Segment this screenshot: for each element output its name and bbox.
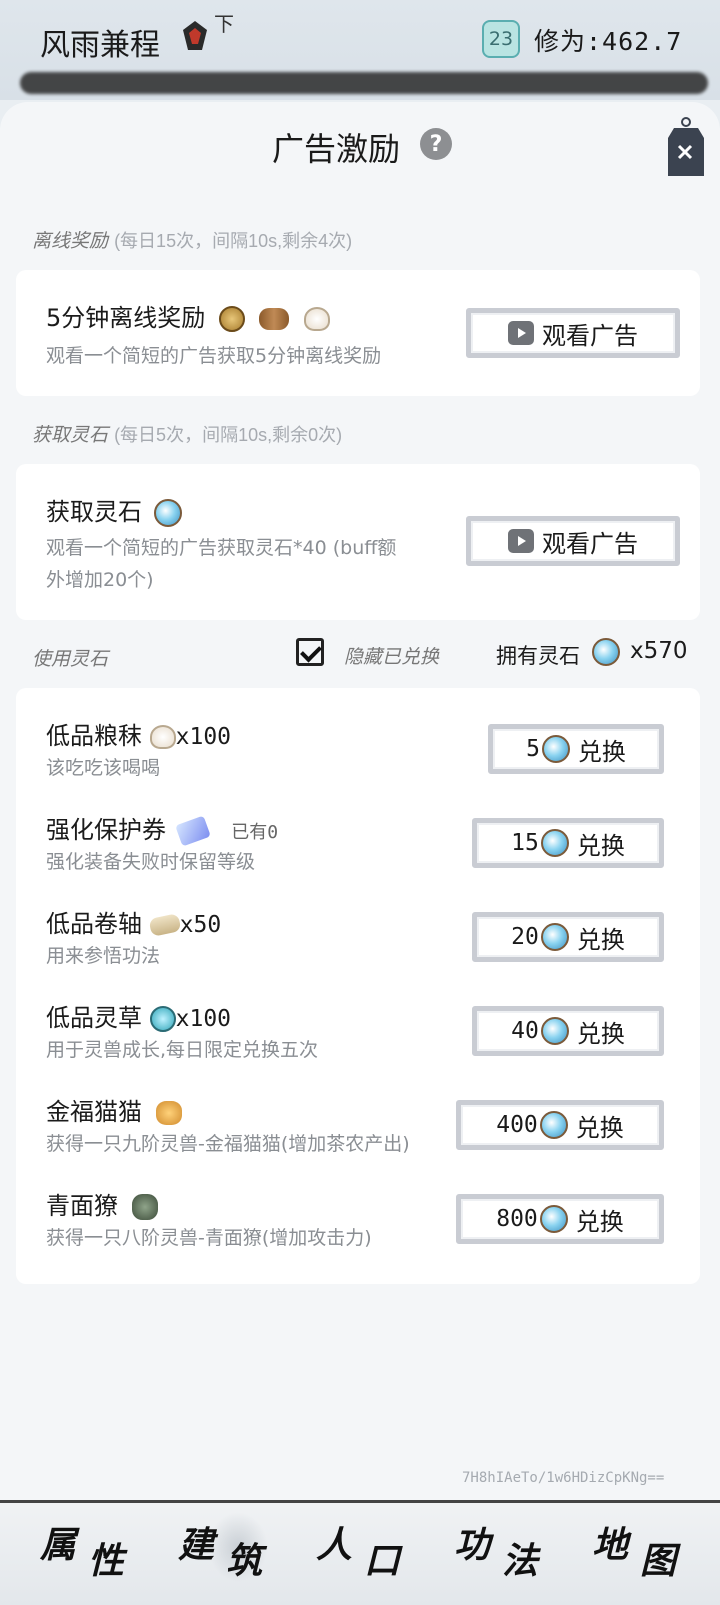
panel-title: 广告激励 [272,130,401,168]
item-title: 低品卷轴 x50 [46,910,222,938]
spirit-stone-card: 获取灵石 观看一个简短的广告获取灵石*40 (buff额 外增加20个) 观看广… [16,464,700,620]
item-desc: 用来参悟功法 [46,945,161,967]
section-title: 获取灵石 [32,424,109,446]
level-badge: 23 [482,20,520,58]
exchange-button[interactable]: 15 兑换 [472,818,664,868]
offline-reward-title: 5分钟离线奖励 [46,298,331,333]
item-desc: 该吃吃该喝喝 [46,757,161,779]
exchange-row: 强化保护券 已有0 强化装备失败时保留等级 15 兑换 [16,782,700,874]
top-bar: 风雨兼程 下 23 修为:462.7 [0,0,720,100]
spirit-stone-icon [539,1205,568,1233]
owned-stone-count: x570 [630,638,688,664]
exchange-list: 低品粮秣 x100 该吃吃该喝喝 5 兑换 强化保护券 已有0 强化装备失败时保… [16,688,700,1284]
owned-stone-label: 拥有灵石 [496,644,580,668]
exchange-button[interactable]: 5 兑换 [488,724,664,774]
item-desc: 强化装备失败时保留等级 [46,851,256,873]
coin-icon [218,306,245,332]
session-hash: 7H8hIAeTo/1w6HDizCpKNg== [462,1470,665,1486]
close-icon[interactable] [664,114,708,186]
item-title: 低品灵草 x100 [46,1004,232,1032]
watch-ad-button-offline[interactable]: 观看广告 [466,308,680,358]
bun-icon [304,307,331,331]
section-limit: (每日15次，间隔10s,剩余4次) [114,231,353,251]
item-desc: 获得一只九阶灵兽-金福猫猫(增加茶农产出) [46,1133,410,1155]
exchange-button[interactable]: 40 兑换 [472,1006,664,1056]
spirit-stone-icon [592,638,620,666]
exchange-button[interactable]: 20 兑换 [472,912,664,962]
spirit-stone-title: 获取灵石 [46,492,182,527]
exchange-row: 金福猫猫 获得一只九阶灵兽-金福猫猫(增加茶农产出) 400 兑换 [16,1064,700,1156]
herb-icon [149,1006,176,1032]
spirit-stone-icon [540,1017,569,1045]
ink-divider [20,72,708,94]
exchange-button[interactable]: 400 兑换 [456,1100,664,1150]
hide-exchanged-checkbox[interactable] [296,638,324,666]
scroll-icon [148,913,182,937]
item-title: 金福猫猫 [46,1092,182,1127]
item-title: 低品粮秣 x100 [46,722,232,750]
nav-attributes[interactable]: 属性 [40,1516,170,1586]
nav-population[interactable]: 人口 [316,1516,446,1586]
item-desc: 获得一只八阶灵兽-青面獠(增加攻击力) [46,1227,372,1249]
spirit-stone-icon [539,1111,568,1139]
section-label-use: 使用灵石 [32,648,109,670]
tv-icon [508,529,534,553]
ticket-icon [174,815,211,847]
spirit-stone-icon [540,829,569,857]
watch-ad-button-stone[interactable]: 观看广告 [466,516,680,566]
spirit-stone-icon [153,499,182,527]
nav-buildings[interactable]: 建筑 [178,1516,308,1586]
exchange-row: 低品卷轴 x50 用来参悟功法 20 兑换 [16,876,700,968]
item-title: 强化保护券 已有0 [46,810,278,847]
help-icon[interactable]: ? [420,128,452,160]
rank-gem-icon [183,21,207,50]
tv-icon [508,321,534,345]
spirit-stone-icon [541,735,570,763]
section-label-offline: 离线奖励 (每日15次，间隔10s,剩余4次) [32,226,352,253]
nav-map[interactable]: 地图 [592,1516,720,1586]
offline-reward-card: 5分钟离线奖励 观看一个简短的广告获取5分钟离线奖励 观看广告 [16,270,700,396]
beast-icon [131,1194,158,1220]
spirit-stone-desc: 观看一个简短的广告获取灵石*40 (buff额 外增加20个) [46,537,397,591]
wood-icon [258,308,289,330]
exchange-row: 低品粮秣 x100 该吃吃该喝喝 5 兑换 [16,688,700,780]
exchange-row: 青面獠 获得一只八阶灵兽-青面獠(增加攻击力) 800 兑换 [16,1158,700,1250]
bun-icon [149,725,176,749]
player-name[interactable]: 风雨兼程 [40,20,160,64]
exchange-button[interactable]: 800 兑换 [456,1194,664,1244]
cultivation-value: 修为:462.7 [534,27,683,56]
hide-exchanged-label[interactable]: 隐藏已兑换 [344,642,439,669]
section-label-stone: 获取灵石 (每日5次，间隔10s,剩余0次) [32,420,342,447]
section-title: 离线奖励 [32,230,109,252]
item-title: 青面獠 [46,1186,158,1221]
spirit-stone-icon [540,923,569,951]
rank-label: 下 [214,12,234,36]
section-limit: (每日5次，间隔10s,剩余0次) [114,425,343,445]
cat-icon [155,1101,182,1125]
item-desc: 用于灵兽成长,每日限定兑换五次 [46,1039,319,1061]
exchange-row: 低品灵草 x100 用于灵兽成长,每日限定兑换五次 40 兑换 [16,970,700,1062]
nav-techniques[interactable]: 功法 [454,1516,584,1586]
offline-reward-desc: 观看一个简短的广告获取5分钟离线奖励 [46,345,382,367]
